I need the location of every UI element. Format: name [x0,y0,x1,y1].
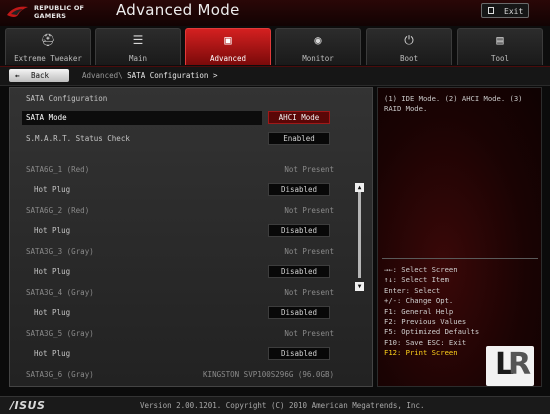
setting-row-smart-check[interactable]: S.M.A.R.T. Status Check Enabled [10,132,344,146]
key-hint: ↑↓: Select Item [384,275,449,285]
section-title: SATA Configuration [26,94,108,103]
rog-eye-icon [7,6,28,17]
breadcrumb-parent[interactable]: Advanced\ [82,71,123,80]
watermark-logo: L R [486,346,534,386]
setting-value-dropdown[interactable]: Disabled [268,224,330,237]
setting-row-hot-plug[interactable]: Hot Plug Disabled [10,183,344,197]
port-status: Not Present [284,329,334,338]
key-legend: →←: Select Screen ↑↓: Select Item Enter:… [384,265,479,359]
key-hint: F5: Optimized Defaults [384,327,480,337]
back-label: Back [31,71,50,80]
tab-label: Extreme Tweaker [14,54,82,63]
exit-label: Exit [504,7,524,16]
setting-row-hot-plug[interactable]: Hot Plug Disabled [10,224,344,238]
setting-label: SATA Mode [26,113,67,122]
tab-extreme-tweaker[interactable]: ⛑ Extreme Tweaker [5,28,91,65]
tab-label: Tool [490,54,510,63]
tab-advanced[interactable]: ▣ Advanced [185,28,271,65]
help-description: (1) IDE Mode. (2) AHCI Mode. (3) RAID Mo… [384,94,523,113]
setting-value-dropdown[interactable]: Disabled [268,183,330,196]
port-row-sata3g-3: SATA3G_3 (Gray) Not Present [10,245,344,259]
tab-label: Monitor [302,54,334,63]
setting-value-dropdown[interactable]: Disabled [268,306,330,319]
key-hint: F1: General Help [384,306,454,316]
key-hint: F10: Save ESC: Exit [384,337,467,347]
port-label: SATA3G_3 (Gray) [26,247,94,256]
key-hint: →←: Select Screen [384,265,458,274]
version-text: Version 2.00.1201. Copyright (C) 2010 Am… [140,401,425,410]
breadcrumb-bar: ← Back Advanced\ SATA Configuration > [0,66,550,86]
breadcrumb-current: SATA Configuration > [127,71,218,80]
setting-row-hot-plug[interactable]: Hot Plug Disabled [10,306,344,320]
setting-value-dropdown[interactable]: AHCI Mode [268,111,330,124]
port-label: SATA3G_4 (Gray) [26,288,94,297]
port-row-sata6g-2: SATA6G_2 (Red) Not Present [10,204,344,218]
help-divider [382,258,538,259]
setting-row-hot-plug[interactable]: Hot Plug Disabled [10,347,344,361]
power-icon: ⏻ [404,33,414,47]
main-tabs: ⛑ Extreme Tweaker ☰ Main ▣ Advanced ◉ Mo… [0,26,550,66]
key-hint-print-screen: F12: Print Screen [384,348,458,358]
asus-logo: /ISUS [10,399,46,412]
setting-label: Hot Plug [34,308,71,317]
list-icon: ☰ [132,33,144,47]
brand-line2: GAMERS [34,12,67,20]
exit-icon [488,7,494,14]
watermark-letter-r: R [508,347,532,382]
breadcrumb: Advanced\ SATA Configuration > [82,71,217,80]
tab-monitor[interactable]: ◉ Monitor [275,28,361,65]
setting-label: Hot Plug [34,185,71,194]
setting-row-sata-mode[interactable]: SATA Mode AHCI Mode [10,111,344,125]
tab-label: Boot [399,54,419,63]
key-hint: Enter: Select [384,285,441,295]
port-row-sata3g-5: SATA3G_5 (Gray) Not Present [10,327,344,341]
key-hint: +/-: Change Opt. [384,296,454,306]
chip-icon: ▣ [224,33,232,47]
rog-logo: REPUBLIC OF GAMERS [6,2,94,24]
tab-label: Advanced [209,54,247,63]
tool-icon: ▤ [496,33,504,47]
tab-tool[interactable]: ▤ Tool [457,28,543,65]
scroll-up-arrow-icon[interactable]: ▲ [355,183,364,192]
setting-value-dropdown[interactable]: Disabled [268,347,330,360]
scroll-down-arrow-icon[interactable]: ▼ [355,282,364,291]
back-arrow-icon: ← [15,71,20,80]
helmet-icon: ⛑ [40,33,56,47]
port-row-sata6g-1: SATA6G_1 (Red) Not Present [10,163,344,177]
setting-value-dropdown[interactable]: Disabled [268,265,330,278]
footer-bar: /ISUS Version 2.00.1201. Copyright (C) 2… [0,396,550,414]
gauge-icon: ◉ [314,33,322,47]
setting-label: Hot Plug [34,226,71,235]
tab-main[interactable]: ☰ Main [95,28,181,65]
port-status: Not Present [284,247,334,256]
setting-row-hot-plug[interactable]: Hot Plug Disabled [10,265,344,279]
setting-label: S.M.A.R.T. Status Check [26,134,130,143]
top-header: REPUBLIC OF GAMERS Advanced Mode Exit [0,0,550,27]
tab-label: Main [128,54,148,63]
scrollbar-track[interactable] [358,184,361,278]
exit-button[interactable]: Exit [481,3,529,18]
brand-line1: REPUBLIC OF [34,4,85,12]
port-status: Not Present [284,288,334,297]
port-label: SATA3G_5 (Gray) [26,329,94,338]
tab-boot[interactable]: ⏻ Boot [366,28,452,65]
settings-panel: SATA Configuration SATA Mode AHCI Mode S… [9,87,373,387]
setting-label: Hot Plug [34,349,71,358]
help-panel: (1) IDE Mode. (2) AHCI Mode. (3) RAID Mo… [377,87,542,387]
back-button[interactable]: ← Back [9,69,69,82]
port-row-sata3g-6: SATA3G_6 (Gray) KINGSTON SVP100S296G (96… [10,368,344,382]
port-status: Not Present [284,165,334,174]
port-label: SATA6G_1 (Red) [26,165,90,174]
port-label: SATA3G_6 (Gray) [26,370,94,379]
port-status: Not Present [284,206,334,215]
port-row-sata3g-4: SATA3G_4 (Gray) Not Present [10,286,344,300]
port-status: KINGSTON SVP100S296G (96.0GB) [203,370,334,379]
key-hint: F2: Previous Values [384,317,467,327]
setting-value-dropdown[interactable]: Enabled [268,132,330,145]
port-label: SATA6G_2 (Red) [26,206,90,215]
page-title: Advanced Mode [116,1,240,19]
setting-label: Hot Plug [34,267,71,276]
